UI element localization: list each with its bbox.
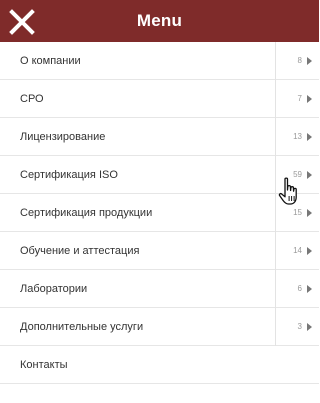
menu-title: Menu: [136, 11, 183, 30]
item-count: 8: [297, 56, 302, 65]
menu-item-label: Контакты: [20, 359, 68, 371]
chevron-right-icon[interactable]: [307, 323, 312, 331]
menu-item-about[interactable]: О компании 8: [0, 42, 319, 80]
item-count: 15: [293, 208, 302, 217]
item-count: 7: [297, 94, 302, 103]
menu-header: Menu: [0, 0, 319, 42]
divider: [275, 232, 276, 270]
divider: [275, 42, 276, 80]
menu-item-laboratories[interactable]: Лаборатории 6: [0, 270, 319, 308]
menu-item-label: СРО: [20, 93, 44, 105]
menu-item-label: О компании: [20, 55, 81, 67]
divider: [275, 80, 276, 118]
divider: [275, 194, 276, 232]
menu-item-label: Сертификация ISO: [20, 169, 118, 181]
chevron-right-icon[interactable]: [307, 133, 312, 141]
menu-item-contacts[interactable]: Контакты: [0, 346, 319, 384]
menu-item-label: Лаборатории: [20, 283, 88, 295]
divider: [275, 118, 276, 156]
divider: [275, 308, 276, 346]
chevron-right-icon[interactable]: [307, 285, 312, 293]
menu-item-licensing[interactable]: Лицензирование 13: [0, 118, 319, 156]
item-count: 13: [293, 132, 302, 141]
chevron-right-icon[interactable]: [307, 95, 312, 103]
divider: [275, 156, 276, 194]
menu-item-label: Дополнительные услуги: [20, 321, 144, 333]
menu-item-label: Обучение и аттестация: [20, 245, 140, 257]
item-count: 6: [297, 284, 302, 293]
chevron-right-icon[interactable]: [307, 57, 312, 65]
menu-item-additional-services[interactable]: Дополнительные услуги 3: [0, 308, 319, 346]
menu-item-product-certification[interactable]: Сертификация продукции 15: [0, 194, 319, 232]
menu-item-iso-certification[interactable]: Сертификация ISO 59: [0, 156, 319, 194]
item-count: 14: [293, 246, 302, 255]
divider: [275, 270, 276, 308]
item-count: 59: [293, 170, 302, 179]
chevron-right-icon[interactable]: [307, 247, 312, 255]
item-count: 3: [297, 322, 302, 331]
chevron-right-icon[interactable]: [307, 171, 312, 179]
menu-item-sro[interactable]: СРО 7: [0, 80, 319, 118]
chevron-right-icon[interactable]: [307, 209, 312, 217]
menu-list: О компании 8 СРО 7 Лицензирование 13 Сер…: [0, 42, 319, 384]
menu-item-label: Лицензирование: [20, 131, 106, 143]
menu-item-training[interactable]: Обучение и аттестация 14: [0, 232, 319, 270]
menu-item-label: Сертификация продукции: [20, 207, 153, 219]
